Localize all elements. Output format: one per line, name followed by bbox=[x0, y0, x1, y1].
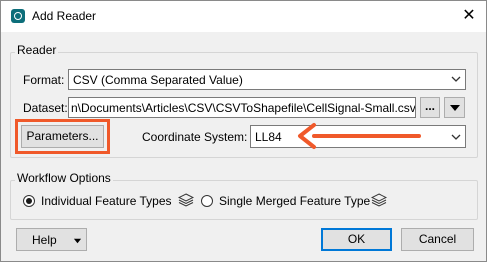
triangle-down-icon bbox=[450, 105, 460, 111]
chevron-down-icon bbox=[451, 134, 461, 140]
format-label: Format: bbox=[23, 73, 65, 87]
window-title: Add Reader bbox=[32, 9, 97, 23]
radio-single-merged-feature-type[interactable] bbox=[201, 195, 213, 207]
format-dropdown[interactable]: CSV (Comma Separated Value) bbox=[68, 69, 466, 90]
arrow-left-annotation bbox=[298, 123, 421, 149]
triangle-down-icon bbox=[73, 238, 82, 244]
radio-individual-feature-types[interactable] bbox=[23, 195, 35, 207]
parameters-button[interactable]: Parameters... bbox=[21, 125, 104, 148]
single-merged-feature-type-label[interactable]: Single Merged Feature Type bbox=[219, 194, 370, 208]
coordinate-system-label: Coordinate System: bbox=[142, 130, 248, 144]
app-icon bbox=[11, 9, 25, 23]
ok-button[interactable]: OK bbox=[321, 228, 392, 251]
individual-feature-types-label[interactable]: Individual Feature Types bbox=[41, 194, 172, 208]
dataset-input[interactable]: n\Documents\Articles\CSV\CSVToShapefile\… bbox=[68, 97, 416, 118]
format-value: CSV (Comma Separated Value) bbox=[73, 73, 243, 87]
help-button[interactable]: Help bbox=[16, 228, 87, 251]
help-button-label: Help bbox=[32, 233, 57, 247]
coordinate-system-value: LL84 bbox=[255, 130, 282, 144]
reader-group-label: Reader bbox=[15, 43, 59, 57]
chevron-down-icon bbox=[451, 76, 461, 82]
title-bar: Add Reader ✕ bbox=[1, 1, 486, 32]
workflow-group-label: Workflow Options bbox=[15, 171, 113, 185]
dataset-options-button[interactable] bbox=[444, 97, 465, 118]
layers-icon bbox=[178, 193, 194, 207]
add-reader-dialog: Add Reader ✕ Reader Format: CSV (Comma S… bbox=[0, 0, 487, 262]
layers-icon bbox=[371, 193, 387, 207]
close-icon[interactable]: ✕ bbox=[456, 3, 482, 29]
dataset-value: n\Documents\Articles\CSV\CSVToShapefile\… bbox=[71, 101, 416, 115]
cancel-button[interactable]: Cancel bbox=[401, 228, 474, 251]
browse-button[interactable]: ... bbox=[420, 97, 440, 118]
dataset-label: Dataset: bbox=[23, 101, 68, 115]
